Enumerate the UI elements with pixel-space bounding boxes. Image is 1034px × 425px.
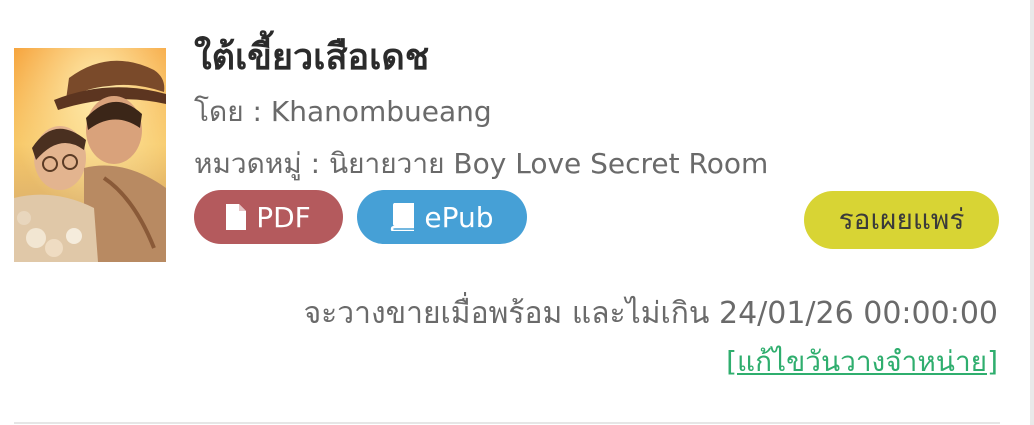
divider [14,422,1000,424]
book-icon [390,203,415,231]
right-border [1030,0,1034,425]
release-info: จะวางขายเมื่อพร้อม และไม่เกิน 24/01/26 0… [303,296,998,331]
epub-button[interactable]: ePub [357,190,527,244]
book-cover[interactable] [14,48,166,262]
pdf-label: PDF [256,200,311,234]
cover-illustration [14,48,166,262]
category-line: หมวดหมู่ : นิยายวาย Boy Love Secret Room [194,147,769,180]
book-title[interactable]: ใต้เขี้ยวเสือเดช [194,28,429,85]
epub-label: ePub [424,200,494,234]
status-badge: รอเผยแพร่ [804,191,999,249]
pdf-button[interactable]: PDF [194,190,343,244]
author-line: โดย : Khanombueang [194,95,492,128]
status-label: รอเผยแพร่ [838,203,965,236]
edit-release-date-link[interactable]: [แก้ไขวันวางจำหน่าย] [726,340,998,384]
document-icon [226,204,247,230]
